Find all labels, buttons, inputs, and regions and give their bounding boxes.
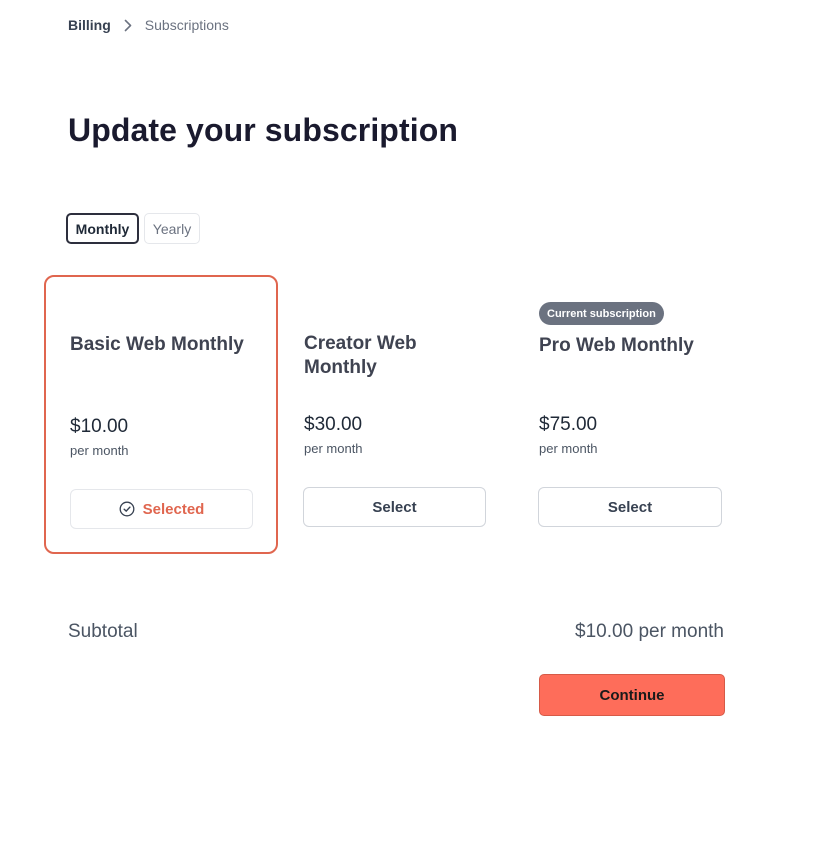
plan-name: Basic Web Monthly: [70, 334, 244, 355]
breadcrumb-current: Subscriptions: [144, 17, 229, 33]
select-creator-plan-button[interactable]: Select: [303, 487, 486, 527]
breadcrumb-billing-link[interactable]: Billing: [68, 17, 111, 33]
page-title: Update your subscription: [68, 112, 458, 148]
chevron-right-icon: [124, 19, 132, 32]
select-pro-plan-button[interactable]: Select: [538, 487, 722, 527]
plan-period: per month: [304, 441, 363, 456]
plan-card-basic[interactable]: Basic Web Monthly $10.00 per month Selec…: [44, 275, 278, 554]
continue-button[interactable]: Continue: [539, 674, 725, 716]
plan-period: per month: [70, 443, 129, 458]
subtotal-label: Subtotal: [68, 621, 138, 642]
check-circle-icon: [119, 501, 135, 517]
breadcrumb: Billing Subscriptions: [68, 16, 229, 34]
monthly-toggle-button[interactable]: Monthly: [66, 213, 139, 244]
plan-period: per month: [539, 441, 598, 456]
plan-card-pro[interactable]: Current subscription Pro Web Monthly $75…: [513, 275, 747, 554]
plan-name: Creator Web Monthly: [304, 333, 417, 378]
billing-period-toggle: Monthly Yearly: [66, 213, 200, 244]
selected-plan-button-label: Selected: [142, 500, 205, 518]
plan-price: $30.00: [304, 414, 363, 435]
subtotal-value: $10.00 per month: [575, 621, 724, 642]
yearly-toggle-button[interactable]: Yearly: [144, 213, 200, 244]
current-subscription-badge: Current subscription: [539, 302, 664, 325]
plan-price: $75.00: [539, 414, 598, 435]
plan-card-creator[interactable]: Creator Web Monthly $30.00 per month Sel…: [279, 275, 513, 554]
plan-name: Pro Web Monthly: [539, 335, 694, 356]
plan-price: $10.00: [70, 416, 129, 437]
selected-plan-button[interactable]: Selected: [70, 489, 253, 529]
